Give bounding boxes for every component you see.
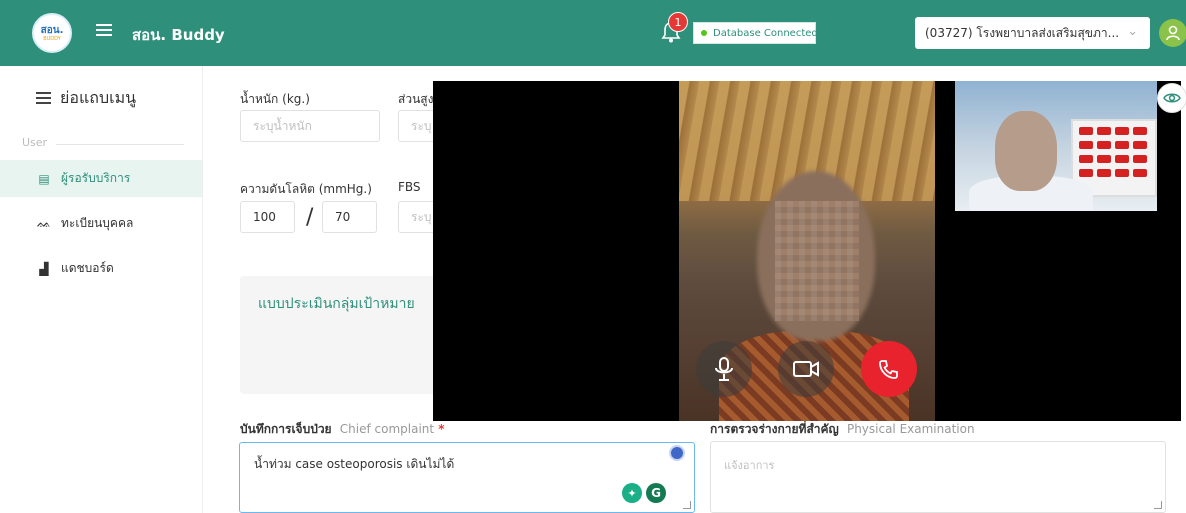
section-label: User [22, 136, 48, 149]
user-icon [1166, 25, 1180, 41]
lightbulb-icon[interactable]: ✦ [622, 483, 642, 503]
end-call-button[interactable] [861, 341, 917, 397]
chief-complaint-label: บันทึกการเจ็บป่วย Chief complaint * [240, 420, 445, 439]
local-video-preview[interactable] [955, 81, 1157, 211]
assessment-title: แบบประเมินกลุ่มเป้าหมาย [258, 296, 415, 312]
chief-complaint-label-en: Chief complaint [339, 422, 435, 436]
eye-icon [1163, 93, 1181, 103]
app-logo[interactable]: สอน. BUDDY [32, 13, 72, 53]
resize-handle-icon[interactable] [1154, 501, 1162, 509]
chief-complaint-textarea[interactable]: น้ำท่วม case osteoporosis เดินไม่ได้ ✦ G [239, 442, 695, 513]
physical-exam-label: การตรวจร่างกายที่สำคัญ Physical Examinat… [710, 420, 975, 439]
sidebar-item-dashboard[interactable]: ▟ แดชบอร์ด [0, 250, 202, 287]
people-icon: ᨐ [37, 216, 52, 230]
sidebar-item-waiting-service[interactable]: ▤ ผู้รอรับบริการ [0, 160, 202, 197]
camera-button[interactable] [778, 341, 834, 397]
weight-label: น้ำหนัก (kg.) [240, 92, 310, 106]
physical-exam-textarea[interactable]: แจ้งอาการ [710, 441, 1166, 513]
hospital-select-value: (03727) โรงพยาบาลส่งเสริมสุขภา... [925, 25, 1120, 40]
camera-icon [793, 361, 819, 377]
blood-pressure-label: ความดันโลหิต (mmHg.) [240, 182, 372, 196]
notification-badge: 1 [668, 12, 688, 32]
sidebar: ย่อแถบเมนู User ▤ ผู้รอรับบริการ ᨐ ทะเบี… [0, 66, 203, 513]
required-mark: * [438, 422, 445, 436]
sidebar-item-label: ผู้รอรับบริการ [61, 171, 131, 185]
physical-exam-label-th: การตรวจร่างกายที่สำคัญ [710, 422, 839, 436]
status-dot-icon [701, 30, 707, 36]
sidebar-item-label: ทะเบียนบุคคล [61, 216, 134, 230]
bp-separator: / [306, 205, 314, 230]
grammar-check-icon[interactable]: G [646, 483, 666, 503]
logo-sub-text: BUDDY [43, 35, 61, 42]
collapse-menu-label: ย่อแถบเมนู [60, 88, 137, 107]
hospital-select[interactable]: (03727) โรงพยาบาลส่งเสริมสุขภา... ⌄ [915, 17, 1150, 49]
clipboard-icon: ▤ [38, 171, 50, 186]
database-status-text: Database Connected [713, 27, 818, 39]
blurred-face [775, 201, 859, 321]
fbs-input[interactable]: ระบุ [398, 201, 438, 233]
chart-icon: ▟ [39, 261, 49, 276]
chief-complaint-value: น้ำท่วม case osteoporosis เดินไม่ได้ [254, 457, 455, 471]
fbs-label: FBS [398, 180, 421, 194]
phone-icon [879, 360, 898, 379]
sidebar-item-label: แดชบอร์ด [61, 261, 114, 275]
logo-main-text: สอน. [40, 24, 64, 36]
user-avatar[interactable] [1159, 19, 1186, 47]
physical-exam-label-en: Physical Examination [846, 422, 975, 436]
grammarly-icon[interactable] [669, 445, 685, 461]
local-person-head [995, 111, 1057, 191]
resize-handle-icon[interactable] [683, 501, 691, 509]
top-bar: สอน. BUDDY สอน. Buddy 1 Database Connect… [0, 0, 1186, 66]
database-status-badge: Database Connected [693, 22, 818, 44]
chevron-down-icon: ⌄ [1127, 24, 1138, 39]
app-title: สอน. Buddy [132, 26, 225, 44]
toggle-visibility-button[interactable] [1157, 83, 1186, 113]
menu-icon [36, 92, 51, 105]
microphone-icon [715, 357, 733, 381]
physical-exam-placeholder: แจ้งอาการ [724, 459, 775, 472]
video-call-panel [433, 81, 1181, 421]
weight-input[interactable]: ระบุน้ำหนัก [240, 110, 380, 142]
collapse-menu-button[interactable]: ย่อแถบเมนู [36, 86, 136, 111]
height-input[interactable]: ระบุ [398, 110, 438, 142]
chief-complaint-label-th: บันทึกการเจ็บป่วย [240, 422, 332, 436]
microphone-button[interactable] [696, 341, 752, 397]
bp-diastolic-input[interactable]: 70 [322, 201, 377, 233]
section-divider [56, 144, 184, 145]
sidebar-item-person-registry[interactable]: ᨐ ทะเบียนบุคคล [0, 205, 202, 242]
menu-toggle-icon[interactable] [96, 24, 112, 38]
bp-systolic-input[interactable]: 100 [240, 201, 295, 233]
height-label: ส่วนสูง [398, 92, 434, 106]
